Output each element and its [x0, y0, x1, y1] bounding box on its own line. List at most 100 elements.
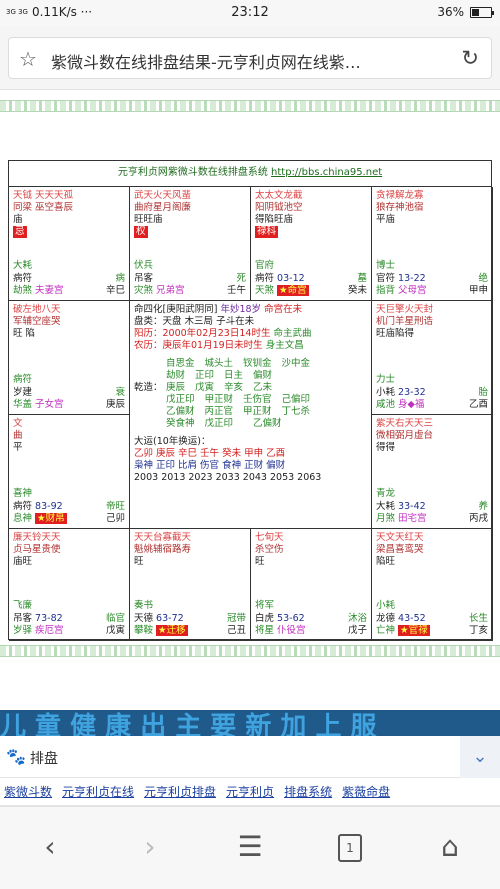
decorative-border-top [0, 100, 500, 112]
status-right: 36% [437, 5, 494, 19]
forward-button[interactable]: › [120, 827, 180, 867]
palace-lifestar: 小耗 [376, 600, 396, 611]
palace-lifestar: 青龙 [376, 488, 396, 499]
back-button[interactable]: ‹ [20, 827, 80, 867]
palace-footer: 咸池 身◆福 乙酉 [376, 399, 488, 410]
palace-footer: 指背 父母宫 甲申 [376, 285, 488, 296]
palace-stars-2: 梁昌喜鸾哭 [376, 544, 424, 555]
bottom-nav: ‹ › ☰ 1 ⌂ [0, 806, 500, 889]
battery-percent: 36% [437, 5, 464, 19]
palace-misc: 病符 83-92 帝旺 [13, 501, 125, 512]
palace-stars-2: 军辅空座哭 [13, 316, 61, 327]
palace-cell: 七旬天 杀空伤旺将军 白虎 53-62 沐浴 将星 仆役宫 戊子 [251, 529, 372, 641]
related-link[interactable]: 紫微斗数 [4, 785, 52, 799]
palace-stars-2: 曲府星月阁廉 [134, 202, 192, 213]
palace-stars-2: 魁姚辅宿路寿 [134, 544, 192, 555]
chart-header-link[interactable]: http://bbs.china95.net [271, 167, 382, 178]
menu-button[interactable]: ☰ [220, 827, 280, 867]
palace-stars-2: 杀空伤 [255, 544, 284, 555]
related-link[interactable]: 排盘系统 [284, 785, 332, 799]
palace-cell: 破左地八天 军辅空座哭旺 陷病符 岁建 衰华盖 子女宫 庚辰 [9, 301, 130, 415]
decorative-border-bottom [0, 645, 500, 657]
palace-stars-2: 机门羊星刑诰 [376, 316, 434, 327]
chart-center: 命四化[庚阳武阴同] 年妙18岁 命宫在未 盘类：天盘 木三局 子斗在未 阳历：20… [130, 301, 372, 529]
palace-lifestar: 飞廉 [13, 600, 33, 611]
palace-lifestar: 官府 [255, 260, 275, 271]
related-link[interactable]: 元亨利贞 [226, 785, 274, 799]
palace-footer: 亡神 ★官禄 丁亥 [376, 625, 488, 636]
palace-misc: 小耗 23-32 胎 [376, 387, 488, 398]
palace-stars: 七旬天 [255, 532, 284, 543]
palace-misc: 岁建 衰 [13, 387, 125, 398]
tabs-count: 1 [338, 834, 362, 862]
palace-stars: 文 [13, 418, 23, 429]
sihua-badge: 忌 [13, 226, 27, 238]
palace-stars: 廉天铃天天 [13, 532, 61, 543]
palace-stars-2: 阳阴钺池空 [255, 202, 303, 213]
palace-stars-2: 贞马星贵使 [13, 544, 61, 555]
palace-lifestar: 博士 [376, 260, 396, 271]
reload-icon[interactable]: ↻ [461, 46, 479, 70]
palace-cell: 紫天右天天三 微相弼月虚台 得得 青龙 大耗 33-42 养月煞 田宅宫 丙戌 [372, 415, 493, 529]
palace-brightness: 庙 [13, 214, 23, 225]
chart-header-text: 元亨利贞网紫微斗数在线排盘系统 [117, 167, 272, 178]
battery-icon [470, 6, 494, 18]
palace-brightness: 平 [13, 442, 23, 453]
palace-stars: 天钺 天天天孤 [13, 190, 74, 201]
palace-stars: 天文天红天 [376, 532, 424, 543]
palace-brightness: 得得 [376, 442, 396, 453]
palace-stars: 天巨擎火天封 [376, 304, 434, 315]
palace-cell: 太太文龙截 阳阴钺池空 得陷旺庙 禄科 官府 病符 03-12 墓天煞 ★命宫 癸未 [251, 187, 372, 301]
palace-stars-2: 曲 [13, 430, 23, 441]
palace-stars-2: 微相弼月虚台 [376, 430, 434, 441]
palace-footer: 息神 ★财帛 己卯 [13, 513, 125, 524]
web-content: 元亨利贞网紫微斗数在线排盘系统 http://bbs.china95.net 天… [0, 90, 500, 710]
search-keyword[interactable]: 排盘 [30, 748, 58, 768]
status-bar: 3G 3G 0.11K/s ··· 23:12 36% [0, 0, 500, 26]
palace-stars-2: 同梁 巫空喜辰 [13, 202, 74, 213]
banner-text: 儿 童 健 康 出 主 要 新 加 上 服 [0, 712, 377, 736]
palace-footer: 将星 仆役宫 戊子 [255, 625, 367, 636]
palace-cell: 贪禄解龙寡 狼存神池宿 平庙 博士 官符 13-22 绝指背 父母宫 甲申 [372, 187, 493, 301]
related-link[interactable]: 元亨利贞在线 [62, 785, 134, 799]
palace-misc: 大耗 33-42 养 [376, 501, 488, 512]
status-clock: 23:12 [231, 5, 269, 20]
palace-cell: 文曲平喜神病符 83-92 帝旺 息神 ★财帛 己卯 [9, 415, 130, 529]
palace-stars: 天天台寡截天 [134, 532, 192, 543]
sihua-badge: 禄科 [255, 226, 279, 238]
chevron-down-icon[interactable]: ⌄ [460, 736, 500, 778]
star-icon[interactable]: ☆ [19, 47, 37, 71]
palace-footer: 攀鞍 ★迁移 己丑 [134, 625, 246, 636]
page-title[interactable]: 紫微斗数在线排盘结果-元亨利贞网在线紫… [51, 49, 431, 73]
palace-lifestar: 奏书 [134, 600, 154, 611]
palace-misc: 病符 病 [13, 273, 125, 284]
home-button[interactable]: ⌂ [420, 827, 480, 867]
palace-stars-2: 狼存神池宿 [376, 202, 424, 213]
palace-stars: 紫天右天天三 [376, 418, 434, 429]
palace-misc: 官符 13-22 绝 [376, 273, 488, 284]
palace-stars: 太太文龙截 [255, 190, 303, 201]
tabs-button[interactable]: 1 [320, 827, 380, 867]
palace-stars: 破左地八天 [13, 304, 61, 315]
chart-header: 元亨利贞网紫微斗数在线排盘系统 http://bbs.china95.net [9, 161, 491, 187]
palace-footer: 劫煞 夫妻宫 辛巳 [13, 285, 125, 296]
palace-brightness: 旺 [134, 556, 144, 567]
palace-misc: 白虎 53-62 沐浴 [255, 613, 367, 624]
palace-misc: 吊客 73-82 临官 [13, 613, 125, 624]
ad-banner[interactable]: 儿 童 健 康 出 主 要 新 加 上 服 [0, 710, 500, 736]
palace-lifestar: 将军 [255, 600, 275, 611]
search-suggestion[interactable]: 🐾 排盘 ⌄ [0, 736, 500, 778]
palace-misc: 龙德 43-52 长生 [376, 613, 488, 624]
palace-cell: 天巨擎火天封 机门羊星刑诰 旺庙陷得 力士 小耗 23-32 胎咸池 身◆福 乙酉 [372, 301, 493, 415]
palace-footer: 岁驿 疾厄宫 戊寅 [13, 625, 125, 636]
palace-footer: 华盖 子女宫 庚辰 [13, 399, 125, 410]
palace-lifestar: 喜神 [13, 488, 33, 499]
palace-lifestar: 病符 [13, 374, 33, 385]
palace-brightness: 陷旺 [376, 556, 396, 567]
palace-cell: 天天台寡截天 魁姚辅宿路寿旺奏书 天德 63-72 冠带 攀鞍 ★迁移 己丑 [130, 529, 251, 641]
address-bar[interactable]: ☆ 紫微斗数在线排盘结果-元亨利贞网在线紫… ↻ [8, 37, 492, 79]
related-link[interactable]: 紫薇命盘 [342, 785, 390, 799]
related-link[interactable]: 元亨利贞排盘 [144, 785, 216, 799]
palace-cell: 天文天红天 梁昌喜鸾哭 陷旺小耗龙德 43-52 长生 亡神 ★官禄 丁亥 [372, 529, 493, 641]
ziwei-chart: 元亨利贞网紫微斗数在线排盘系统 http://bbs.china95.net 天… [8, 160, 493, 641]
